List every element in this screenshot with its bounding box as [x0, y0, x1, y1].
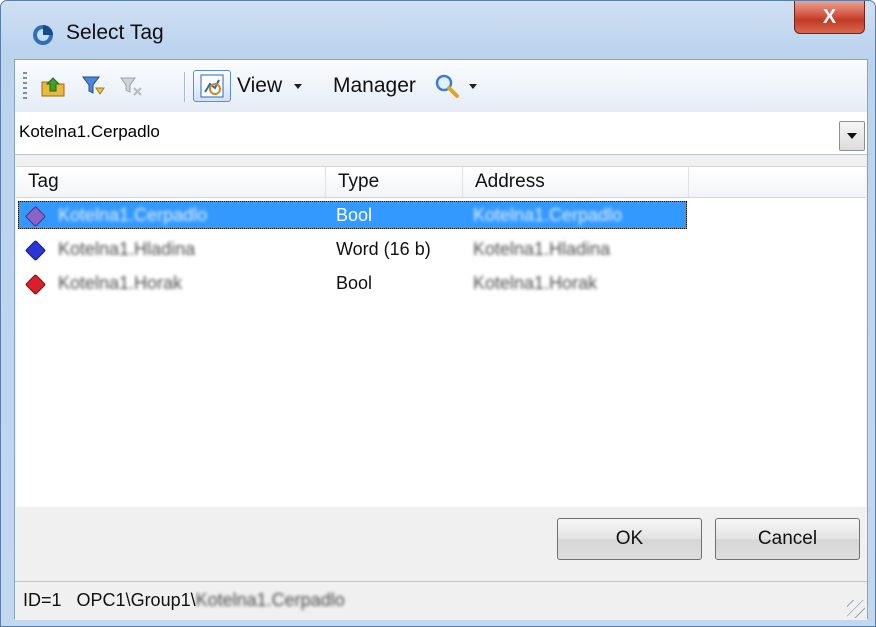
tag-address: Kotelna1.Cerpadlo: [473, 205, 623, 225]
dialog-client-area: View Manager Kotelna1.Cerpadlo Tag Type …: [14, 59, 868, 620]
dialog-button-bar: OK Cancel: [15, 507, 867, 579]
chevron-down-icon: [294, 84, 303, 89]
chevron-down-icon: [847, 133, 857, 139]
tag-name: Kotelna1.Cerpadlo: [58, 205, 208, 225]
tag-address: Kotelna1.Horak: [473, 273, 598, 293]
filter-button[interactable]: [77, 70, 111, 102]
tag-path-value: Kotelna1.Cerpadlo: [19, 122, 160, 141]
tag-path-combobox[interactable]: Kotelna1.Cerpadlo: [15, 112, 867, 155]
column-header-tag[interactable]: Tag: [16, 167, 326, 197]
app-icon: [33, 25, 53, 45]
column-header-type[interactable]: Type: [326, 167, 463, 197]
status-bar: ID=1 OPC1\Group1\Kotelna1.Cerpadlo: [15, 581, 867, 620]
chevron-down-icon: [469, 84, 477, 89]
filter-icon: [82, 76, 105, 95]
window-title: Select Tag: [66, 21, 164, 44]
status-text: ID=1 OPC1\Group1\Kotelna1.Cerpadlo: [23, 590, 345, 611]
table-row[interactable]: Kotelna1.Horak Bool Kotelna1.Horak: [16, 266, 866, 300]
ok-button[interactable]: OK: [557, 518, 702, 560]
tag-type: Bool: [336, 205, 373, 225]
cancel-button[interactable]: Cancel: [715, 518, 860, 560]
status-path-tail: Kotelna1.Cerpadlo: [195, 590, 345, 610]
view-label: View: [237, 74, 283, 97]
search-dropdown[interactable]: [433, 70, 493, 102]
up-folder-icon: [41, 77, 65, 97]
combo-dropdown-button[interactable]: [839, 121, 865, 151]
tag-icon: [24, 273, 47, 296]
toolbar-separator: [184, 72, 186, 102]
tag-name: Kotelna1.Horak: [58, 273, 183, 293]
clear-filter-icon: [120, 77, 142, 96]
tag-browser-icon: [200, 74, 224, 98]
toolbar-grip[interactable]: [23, 72, 27, 102]
clear-filter-button[interactable]: [115, 70, 147, 102]
close-button[interactable]: X: [794, 1, 865, 34]
manager-button[interactable]: Manager: [333, 70, 433, 102]
tag-type: Bool: [336, 273, 373, 293]
up-folder-button[interactable]: [35, 70, 71, 102]
view-dropdown[interactable]: View: [237, 70, 329, 102]
close-icon: X: [822, 5, 837, 28]
tag-name: Kotelna1.Hladina: [58, 239, 196, 259]
tag-address: Kotelna1.Hladina: [473, 239, 611, 259]
tag-list[interactable]: Tag Type Address Kotelna1.Cerpadlo Bool …: [16, 166, 866, 508]
select-tag-window: Select Tag X View Manager Kotelna1.Cerpa…: [0, 0, 876, 627]
tag-icon: [24, 239, 47, 262]
table-row[interactable]: Kotelna1.Hladina Word (16 b) Kotelna1.Hl…: [16, 232, 866, 266]
status-id: ID=1: [23, 590, 62, 610]
tag-browser-button[interactable]: [193, 70, 231, 102]
resize-grip[interactable]: [847, 600, 865, 618]
table-row[interactable]: Kotelna1.Cerpadlo Bool Kotelna1.Cerpadlo: [16, 198, 866, 232]
column-header-address[interactable]: Address: [463, 167, 689, 197]
list-header: Tag Type Address: [16, 167, 866, 198]
tag-type: Word (16 b): [336, 239, 431, 259]
search-icon: [435, 74, 459, 98]
status-path: OPC1\Group1\: [76, 590, 196, 610]
toolbar: View Manager: [15, 60, 867, 113]
manager-label: Manager: [333, 74, 416, 97]
